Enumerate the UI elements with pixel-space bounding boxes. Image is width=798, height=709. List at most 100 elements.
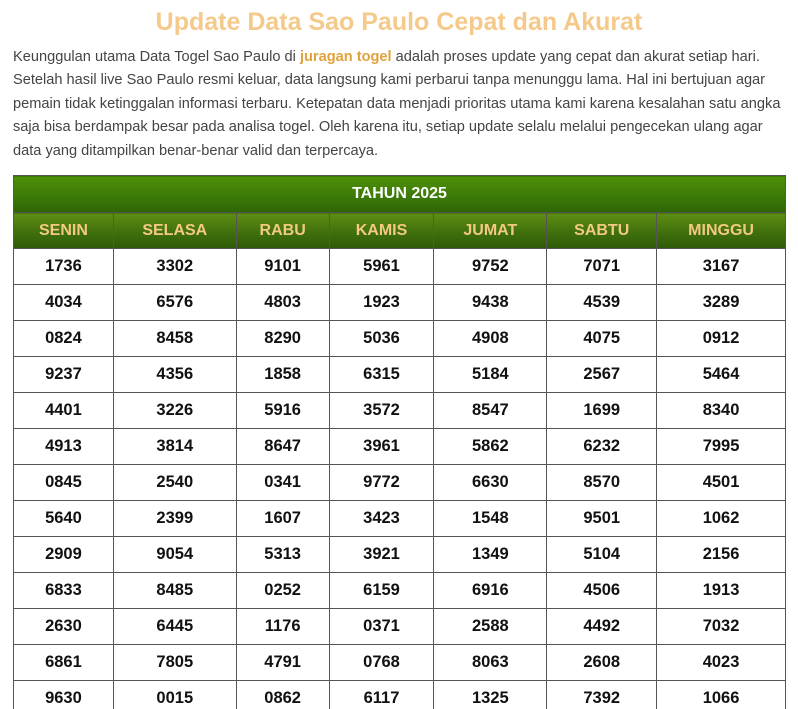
result-cell: 2909 — [13, 536, 114, 573]
result-cell: 7392 — [546, 680, 658, 709]
result-cell: 4908 — [433, 320, 548, 357]
table-row: 1736 3302 9101 5961 9752 7071 3167 — [13, 248, 786, 285]
result-cell: 3167 — [656, 248, 786, 285]
result-cell: 4539 — [546, 284, 658, 321]
result-cell: 8485 — [112, 572, 237, 609]
result-cell: 6916 — [433, 572, 548, 609]
result-cell: 0341 — [235, 464, 330, 501]
result-cell: 5961 — [328, 248, 435, 285]
result-cell: 0862 — [235, 680, 330, 709]
table-row: 2630 6445 1176 0371 2588 4492 7032 — [13, 608, 786, 645]
year-header: TAHUN 2025 — [13, 175, 786, 213]
result-cell: 2608 — [546, 644, 658, 681]
table-row: 0845 2540 0341 9772 6630 8570 4501 — [13, 464, 786, 501]
result-cell: 4492 — [546, 608, 658, 645]
result-cell: 1699 — [546, 392, 658, 429]
table-row: 4913 3814 8647 3961 5862 6232 7995 — [13, 428, 786, 465]
result-table: TAHUN 2025 SENIN SELASA RABU KAMIS JUMAT SABT… — [13, 175, 786, 709]
result-cell: 2156 — [656, 536, 786, 573]
result-cell: 4075 — [546, 320, 658, 357]
day-header-minggu: MINGGU — [656, 212, 786, 249]
result-cell: 1858 — [235, 356, 330, 393]
result-cell: 6159 — [328, 572, 435, 609]
result-cell: 2588 — [433, 608, 548, 645]
day-header-kamis: KAMIS — [328, 212, 435, 249]
result-cell: 8063 — [433, 644, 548, 681]
result-cell: 0015 — [112, 680, 237, 709]
result-cell: 0252 — [235, 572, 330, 609]
result-cell: 9630 — [13, 680, 114, 709]
result-cell: 5862 — [433, 428, 548, 465]
result-cell: 8458 — [112, 320, 237, 357]
result-cell: 3921 — [328, 536, 435, 573]
result-cell: 9101 — [235, 248, 330, 285]
day-header-rabu: RABU — [235, 212, 330, 249]
result-cell: 1913 — [656, 572, 786, 609]
result-cell: 7995 — [656, 428, 786, 465]
result-cell: 9501 — [546, 500, 658, 537]
result-cell: 6232 — [546, 428, 658, 465]
result-cell: 3302 — [112, 248, 237, 285]
result-cell: 5640 — [13, 500, 114, 537]
result-cell: 8547 — [433, 392, 548, 429]
day-header-senin: SENIN — [13, 212, 114, 249]
result-cell: 5036 — [328, 320, 435, 357]
result-cell: 1062 — [656, 500, 786, 537]
table-row: 9237 4356 1858 6315 5184 2567 5464 — [13, 356, 786, 393]
result-cell: 9772 — [328, 464, 435, 501]
result-cell: 3226 — [112, 392, 237, 429]
result-cell: 1548 — [433, 500, 548, 537]
result-cell: 6861 — [13, 644, 114, 681]
result-cell: 8647 — [235, 428, 330, 465]
result-cell: 6833 — [13, 572, 114, 609]
result-cell: 4401 — [13, 392, 114, 429]
result-cell: 2399 — [112, 500, 237, 537]
result-cell: 8290 — [235, 320, 330, 357]
result-cell: 6315 — [328, 356, 435, 393]
result-cell: 3814 — [112, 428, 237, 465]
result-cell: 6117 — [328, 680, 435, 709]
result-cell: 2567 — [546, 356, 658, 393]
result-cell: 9054 — [112, 536, 237, 573]
result-cell: 0371 — [328, 608, 435, 645]
result-cell: 7032 — [656, 608, 786, 645]
result-cell: 2630 — [13, 608, 114, 645]
result-cell: 0768 — [328, 644, 435, 681]
result-cell: 3289 — [656, 284, 786, 321]
result-cell: 9237 — [13, 356, 114, 393]
result-cell: 9752 — [433, 248, 548, 285]
result-cell: 0845 — [13, 464, 114, 501]
result-cell: 5104 — [546, 536, 658, 573]
table-row: 2909 9054 5313 3921 1349 5104 2156 — [13, 536, 786, 573]
result-cell: 7071 — [546, 248, 658, 285]
result-cell: 1325 — [433, 680, 548, 709]
result-cell: 1176 — [235, 608, 330, 645]
result-cell: 6630 — [433, 464, 548, 501]
page-title: Update Data Sao Paulo Cepat dan Akurat — [155, 8, 643, 36]
result-cell: 8570 — [546, 464, 658, 501]
result-cell: 0912 — [656, 320, 786, 357]
result-cell: 4356 — [112, 356, 237, 393]
result-cell: 7805 — [112, 644, 237, 681]
result-cell: 1066 — [656, 680, 786, 709]
table-row: 9630 0015 0862 6117 1325 7392 1066 — [13, 680, 786, 709]
result-cell: 8340 — [656, 392, 786, 429]
juragan-togel-link[interactable]: juragan togel — [300, 49, 392, 65]
result-cell: 3423 — [328, 500, 435, 537]
result-cell: 1349 — [433, 536, 548, 573]
result-cell: 1923 — [328, 284, 435, 321]
result-cell: 5464 — [656, 356, 786, 393]
intro-text-end: adalah proses update yang cepat dan akur… — [13, 49, 781, 159]
result-cell: 4501 — [656, 464, 786, 501]
year-header-row: TAHUN 2025 — [13, 175, 786, 213]
result-cell: 4023 — [656, 644, 786, 681]
intro-text-start: Keunggulan utama Data Togel Sao Paulo di — [13, 49, 300, 65]
table-row: 0824 8458 8290 5036 4908 4075 0912 — [13, 320, 786, 357]
result-cell: 5184 — [433, 356, 548, 393]
result-cell: 4034 — [13, 284, 114, 321]
result-cell: 6445 — [112, 608, 237, 645]
intro-paragraph: Keunggulan utama Data Togel Sao Paulo di… — [13, 46, 787, 163]
result-cell: 1736 — [13, 248, 114, 285]
day-header-jumat: JUMAT — [433, 212, 548, 249]
table-body: 1736 3302 9101 5961 9752 7071 3167 4034 6576 4803… — [13, 248, 786, 709]
